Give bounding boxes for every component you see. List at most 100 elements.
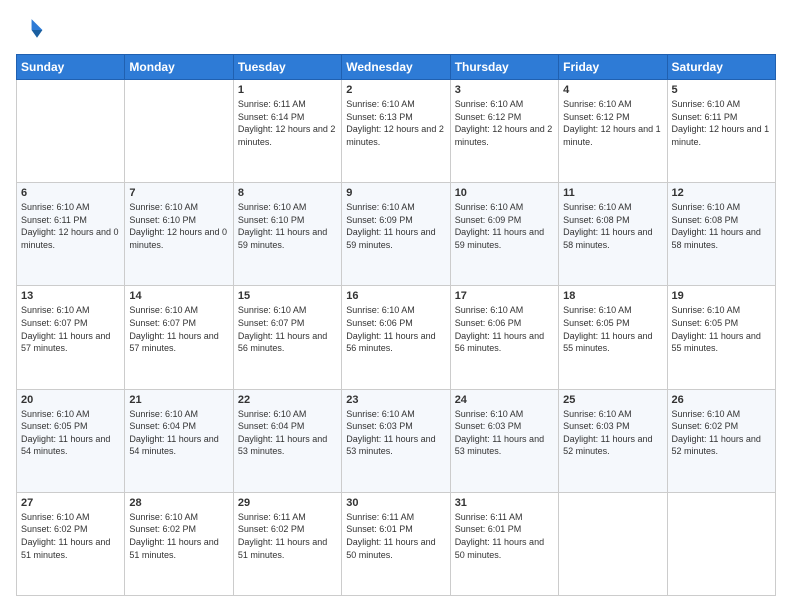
calendar-body: 1 Sunrise: 6:11 AMSunset: 6:14 PMDaylight… [17, 80, 776, 596]
calendar-table: SundayMondayTuesdayWednesdayThursdayFrid… [16, 54, 776, 596]
day-info: Sunrise: 6:10 AMSunset: 6:02 PMDaylight:… [672, 408, 771, 458]
calendar-cell: 28 Sunrise: 6:10 AMSunset: 6:02 PMDayligh… [125, 492, 233, 595]
logo-icon [16, 16, 44, 44]
calendar-cell: 15 Sunrise: 6:10 AMSunset: 6:07 PMDayligh… [233, 286, 341, 389]
day-number: 12 [672, 187, 771, 199]
calendar-cell: 26 Sunrise: 6:10 AMSunset: 6:02 PMDayligh… [667, 389, 775, 492]
day-info: Sunrise: 6:10 AMSunset: 6:08 PMDaylight:… [563, 201, 662, 251]
calendar-week-row: 1 Sunrise: 6:11 AMSunset: 6:14 PMDaylight… [17, 80, 776, 183]
day-info: Sunrise: 6:10 AMSunset: 6:10 PMDaylight:… [129, 201, 228, 251]
day-number: 25 [563, 394, 662, 406]
day-number: 8 [238, 187, 337, 199]
day-number: 6 [21, 187, 120, 199]
day-info: Sunrise: 6:10 AMSunset: 6:12 PMDaylight:… [563, 98, 662, 148]
day-number: 2 [346, 84, 445, 96]
calendar-cell [17, 80, 125, 183]
day-number: 9 [346, 187, 445, 199]
day-info: Sunrise: 6:10 AMSunset: 6:08 PMDaylight:… [672, 201, 771, 251]
day-info: Sunrise: 6:10 AMSunset: 6:11 PMDaylight:… [21, 201, 120, 251]
day-info: Sunrise: 6:10 AMSunset: 6:07 PMDaylight:… [238, 304, 337, 354]
day-info: Sunrise: 6:11 AMSunset: 6:01 PMDaylight:… [346, 511, 445, 561]
day-number: 18 [563, 290, 662, 302]
calendar-cell: 27Sunrise: 6:10 AMSunset: 6:02 PMDayligh… [17, 492, 125, 595]
calendar-week-row: 27Sunrise: 6:10 AMSunset: 6:02 PMDayligh… [17, 492, 776, 595]
calendar-cell: 11 Sunrise: 6:10 AMSunset: 6:08 PMDayligh… [559, 183, 667, 286]
calendar-week-row: 6 Sunrise: 6:10 AMSunset: 6:11 PMDaylight… [17, 183, 776, 286]
calendar-cell: 6 Sunrise: 6:10 AMSunset: 6:11 PMDaylight… [17, 183, 125, 286]
calendar-cell: 18 Sunrise: 6:10 AMSunset: 6:05 PMDayligh… [559, 286, 667, 389]
day-info: Sunrise: 6:11 AMSunset: 6:02 PMDaylight:… [238, 511, 337, 561]
day-number: 15 [238, 290, 337, 302]
weekday-header: Tuesday [233, 55, 341, 80]
calendar-cell: 8Sunrise: 6:10 AMSunset: 6:10 PMDaylight… [233, 183, 341, 286]
calendar-cell: 30Sunrise: 6:11 AMSunset: 6:01 PMDayligh… [342, 492, 450, 595]
weekday-header: Wednesday [342, 55, 450, 80]
day-info: Sunrise: 6:10 AMSunset: 6:02 PMDaylight:… [21, 511, 120, 561]
day-number: 21 [129, 394, 228, 406]
calendar-cell: 20 Sunrise: 6:10 AMSunset: 6:05 PMDayligh… [17, 389, 125, 492]
day-info: Sunrise: 6:11 AMSunset: 6:14 PMDaylight:… [238, 98, 337, 148]
day-info: Sunrise: 6:10 AMSunset: 6:05 PMDaylight:… [21, 408, 120, 458]
day-info: Sunrise: 6:11 AMSunset: 6:01 PMDaylight:… [455, 511, 554, 561]
day-number: 7 [129, 187, 228, 199]
day-info: Sunrise: 6:10 AMSunset: 6:05 PMDaylight:… [672, 304, 771, 354]
calendar-cell: 19 Sunrise: 6:10 AMSunset: 6:05 PMDayligh… [667, 286, 775, 389]
calendar-cell: 24Sunrise: 6:10 AMSunset: 6:03 PMDayligh… [450, 389, 558, 492]
day-number: 5 [672, 84, 771, 96]
calendar-cell: 25 Sunrise: 6:10 AMSunset: 6:03 PMDayligh… [559, 389, 667, 492]
calendar-cell [559, 492, 667, 595]
calendar-cell [667, 492, 775, 595]
weekday-header: Monday [125, 55, 233, 80]
day-number: 17 [455, 290, 554, 302]
day-info: Sunrise: 6:10 AMSunset: 6:04 PMDaylight:… [129, 408, 228, 458]
day-number: 26 [672, 394, 771, 406]
day-number: 1 [238, 84, 337, 96]
day-number: 23 [346, 394, 445, 406]
calendar-cell: 1 Sunrise: 6:11 AMSunset: 6:14 PMDaylight… [233, 80, 341, 183]
day-number: 31 [455, 497, 554, 509]
calendar-cell: 17 Sunrise: 6:10 AMSunset: 6:06 PMDayligh… [450, 286, 558, 389]
day-info: Sunrise: 6:10 AMSunset: 6:02 PMDaylight:… [129, 511, 228, 561]
calendar-cell: 10Sunrise: 6:10 AMSunset: 6:09 PMDayligh… [450, 183, 558, 286]
day-info: Sunrise: 6:10 AMSunset: 6:03 PMDaylight:… [455, 408, 554, 458]
calendar-cell: 9 Sunrise: 6:10 AMSunset: 6:09 PMDaylight… [342, 183, 450, 286]
day-info: Sunrise: 6:10 AMSunset: 6:11 PMDaylight:… [672, 98, 771, 148]
weekday-header: Thursday [450, 55, 558, 80]
calendar-cell: 31 Sunrise: 6:11 AMSunset: 6:01 PMDayligh… [450, 492, 558, 595]
calendar-cell: 22 Sunrise: 6:10 AMSunset: 6:04 PMDayligh… [233, 389, 341, 492]
calendar-cell [125, 80, 233, 183]
day-number: 14 [129, 290, 228, 302]
day-info: Sunrise: 6:10 AMSunset: 6:09 PMDaylight:… [455, 201, 554, 251]
day-info: Sunrise: 6:10 AMSunset: 6:03 PMDaylight:… [563, 408, 662, 458]
logo [16, 16, 48, 44]
calendar-cell: 29Sunrise: 6:11 AMSunset: 6:02 PMDayligh… [233, 492, 341, 595]
calendar-cell: 14 Sunrise: 6:10 AMSunset: 6:07 PMDayligh… [125, 286, 233, 389]
day-number: 4 [563, 84, 662, 96]
calendar-cell: 2Sunrise: 6:10 AMSunset: 6:13 PMDaylight… [342, 80, 450, 183]
weekday-header: Saturday [667, 55, 775, 80]
header [16, 16, 776, 44]
day-info: Sunrise: 6:10 AMSunset: 6:07 PMDaylight:… [129, 304, 228, 354]
day-info: Sunrise: 6:10 AMSunset: 6:04 PMDaylight:… [238, 408, 337, 458]
calendar-week-row: 13 Sunrise: 6:10 AMSunset: 6:07 PMDayligh… [17, 286, 776, 389]
day-info: Sunrise: 6:10 AMSunset: 6:09 PMDaylight:… [346, 201, 445, 251]
calendar-cell: 21 Sunrise: 6:10 AMSunset: 6:04 PMDayligh… [125, 389, 233, 492]
calendar-cell: 23 Sunrise: 6:10 AMSunset: 6:03 PMDayligh… [342, 389, 450, 492]
calendar-cell: 13Sunrise: 6:10 AMSunset: 6:07 PMDayligh… [17, 286, 125, 389]
weekday-header: Sunday [17, 55, 125, 80]
day-number: 20 [21, 394, 120, 406]
calendar-cell: 7 Sunrise: 6:10 AMSunset: 6:10 PMDaylight… [125, 183, 233, 286]
weekday-header: Friday [559, 55, 667, 80]
calendar-cell: 16Sunrise: 6:10 AMSunset: 6:06 PMDayligh… [342, 286, 450, 389]
day-number: 11 [563, 187, 662, 199]
calendar-header-row: SundayMondayTuesdayWednesdayThursdayFrid… [17, 55, 776, 80]
day-number: 28 [129, 497, 228, 509]
calendar-cell: 5 Sunrise: 6:10 AMSunset: 6:11 PMDaylight… [667, 80, 775, 183]
day-number: 22 [238, 394, 337, 406]
day-number: 19 [672, 290, 771, 302]
day-info: Sunrise: 6:10 AMSunset: 6:05 PMDaylight:… [563, 304, 662, 354]
day-number: 13 [21, 290, 120, 302]
day-info: Sunrise: 6:10 AMSunset: 6:03 PMDaylight:… [346, 408, 445, 458]
day-info: Sunrise: 6:10 AMSunset: 6:06 PMDaylight:… [455, 304, 554, 354]
day-number: 3 [455, 84, 554, 96]
